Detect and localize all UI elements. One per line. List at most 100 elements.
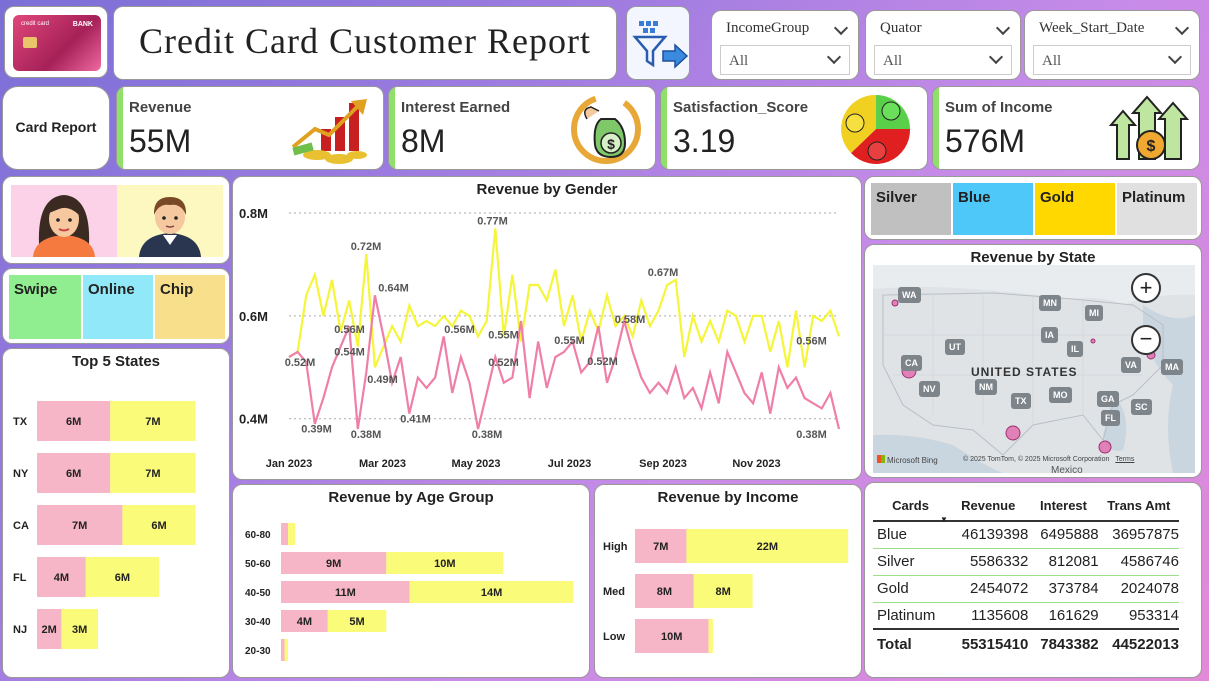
txn-type-swipe-button[interactable]: Swipe — [9, 275, 81, 339]
map-state-label-sc[interactable]: SC — [1131, 399, 1152, 415]
income-value-label: 8M — [657, 586, 672, 598]
kpi-sum-of-income: Sum of Income 576M $ — [932, 86, 1200, 170]
map-state-label-mi[interactable]: MI — [1085, 305, 1103, 321]
map-state-label-ma[interactable]: MA — [1161, 359, 1183, 375]
card-label-text: credit card — [21, 21, 50, 27]
top5-value-label: 7M — [145, 468, 160, 480]
table-cell-revenue: 46139398 — [961, 526, 1029, 544]
card-logo-tile: BANK credit card — [4, 6, 108, 78]
kpi-revenue: Revenue 55M — [116, 86, 384, 170]
revenue-by-state-title: Revenue by State — [970, 249, 1096, 266]
revenue-by-income-panel: Revenue by Income High 7M 22M Med 8M 8M Low 10M — [594, 484, 862, 678]
male-avatar-button[interactable] — [117, 185, 223, 257]
revenue-by-age-chart: 60-80 50-60 9M 10M 40-50 11M 14M 30-40 4M 5M 20-30 — [245, 523, 574, 661]
table-row[interactable]: Platinum 1135608 161629 953314 — [873, 602, 1179, 629]
slicer-week-start-date-dropdown[interactable]: All — [1033, 45, 1191, 75]
card-report-button[interactable]: Card Report — [2, 86, 110, 170]
table-row[interactable]: Silver 5586332 812081 4586746 — [873, 548, 1179, 575]
card-platinum-button[interactable]: Platinum — [1117, 183, 1197, 235]
table-cell-card: Gold — [877, 580, 909, 597]
kpi-sum-of-income-value: 576M — [945, 123, 1026, 159]
table-cell-interest: 6495888 — [1040, 526, 1099, 544]
map-zoom-in-button[interactable]: + — [1131, 273, 1161, 303]
gender-chart-y-tick: 0.6M — [239, 309, 268, 324]
map-state-label-fl[interactable]: FL — [1101, 410, 1120, 426]
map-state-label-tx[interactable]: TX — [1011, 393, 1031, 409]
map-terms-link[interactable]: Terms — [1115, 456, 1134, 463]
age-bar-female — [281, 523, 289, 545]
top5-category-label: NY — [13, 468, 29, 480]
card-gold-button[interactable]: Gold — [1035, 183, 1115, 235]
map-state-label-va[interactable]: VA — [1121, 357, 1141, 373]
sort-desc-icon: ▼ — [940, 515, 948, 524]
table-header-interest[interactable]: Interest — [1028, 491, 1098, 521]
table-cell-trans-amt: 2024078 — [1120, 580, 1179, 597]
txn-type-chip-button[interactable]: Chip — [155, 275, 225, 339]
table-total-trans-amt: 44522013 — [1112, 636, 1179, 653]
slicer-week-start-date[interactable]: Week_Start_Date All — [1024, 10, 1200, 80]
age-value-label: 5M — [349, 616, 364, 628]
map-state-label-nv[interactable]: NV — [919, 381, 940, 397]
kpi-satisfaction-score-label: Satisfaction_Score — [673, 99, 809, 116]
income-category-label: Low — [603, 631, 625, 643]
chevron-down-icon[interactable] — [1174, 20, 1190, 36]
map-state-label-il[interactable]: IL — [1067, 341, 1083, 357]
chevron-down-icon — [1167, 49, 1183, 65]
txn-type-online-button[interactable]: Online — [83, 275, 153, 339]
gender-chart-data-label: 0.41M — [400, 413, 431, 425]
slicer-income-group[interactable]: IncomeGroup All — [711, 10, 859, 80]
map-zoom-out-button[interactable]: − — [1131, 325, 1161, 355]
card-silver-button[interactable]: Silver — [871, 183, 951, 235]
male-avatar-icon — [139, 197, 201, 257]
income-value-label: 7M — [653, 541, 668, 553]
slicer-quator[interactable]: Quator All — [865, 10, 1021, 80]
table-cell-revenue: 5586332 — [969, 553, 1029, 570]
map-credit-text: © 2025 TomTom, © 2025 Microsoft Corporat… — [963, 456, 1110, 463]
female-avatar-button[interactable] — [11, 185, 117, 257]
chevron-down-icon[interactable] — [833, 20, 849, 36]
age-bar-female — [281, 639, 285, 661]
bing-logo-icon — [877, 455, 885, 463]
top5-value-label: 3M — [72, 624, 87, 636]
top5-category-label: TX — [13, 416, 28, 428]
chevron-down-icon[interactable] — [995, 20, 1011, 36]
map-state-label-mn[interactable]: MN — [1039, 295, 1061, 311]
chevron-down-icon — [988, 49, 1004, 65]
map-state-label-mo[interactable]: MO — [1049, 387, 1072, 403]
slicer-income-group-dropdown[interactable]: All — [720, 45, 850, 75]
table-row[interactable]: Gold 2454072 373784 2024078 — [873, 575, 1179, 602]
map-revenue-bubble[interactable] — [1098, 440, 1112, 454]
map-state-label-ut[interactable]: UT — [945, 339, 965, 355]
top5-states-title: Top 5 States — [71, 353, 161, 370]
map-revenue-bubble[interactable] — [1005, 425, 1021, 441]
map-state-label-wa[interactable]: WA — [898, 287, 921, 303]
age-category-label: 40-50 — [245, 588, 271, 599]
filter-toggle-button[interactable] — [626, 6, 690, 80]
top5-value-label: 4M — [54, 572, 69, 584]
table-total-interest: 7843382 — [1040, 636, 1099, 653]
gender-chart-data-label: 0.55M — [488, 329, 519, 341]
map-state-label-ga[interactable]: GA — [1097, 391, 1119, 407]
kpi-revenue-label: Revenue — [129, 99, 192, 116]
map-state-label-nm[interactable]: NM — [975, 379, 997, 395]
slicer-quator-dropdown[interactable]: All — [874, 45, 1012, 75]
table-total-revenue: 55315410 — [961, 636, 1029, 653]
map-revenue-bubble[interactable] — [891, 299, 899, 307]
card-blue-button[interactable]: Blue — [953, 183, 1033, 235]
page-title: Credit Card Customer Report — [139, 21, 591, 61]
card-report-label: Card Report — [15, 119, 97, 135]
map-revenue-bubble[interactable] — [1090, 338, 1096, 344]
map-state-label-ca[interactable]: CA — [901, 355, 922, 371]
gender-chart-data-label: 0.52M — [488, 357, 519, 369]
table-row[interactable]: Blue 46139398 6495888 36957875 — [873, 521, 1179, 548]
gender-chart-data-label: 0.56M — [444, 324, 475, 336]
us-map[interactable]: UNITED STATES Mexico WA MN MI UT IA IL CA NV NM T… — [873, 265, 1195, 473]
revenue-by-state-panel: Revenue by State UNITED STATES Mexico WA… — [864, 244, 1202, 478]
revenue-by-gender-panel: Revenue by Gender 0.8M 0.6M 0.4M Jan 2023 Ma… — [232, 176, 862, 480]
gender-chart-data-label: 0.54M — [334, 347, 365, 359]
table-header-cards[interactable]: Cards — [873, 491, 948, 521]
map-state-label-ia[interactable]: IA — [1041, 327, 1058, 343]
gender-chart-data-label: 0.38M — [351, 429, 382, 441]
table-header-trans-amt[interactable]: Trans Amt — [1099, 491, 1179, 521]
table-header-revenue[interactable]: Revenue ▼ — [940, 491, 1028, 524]
